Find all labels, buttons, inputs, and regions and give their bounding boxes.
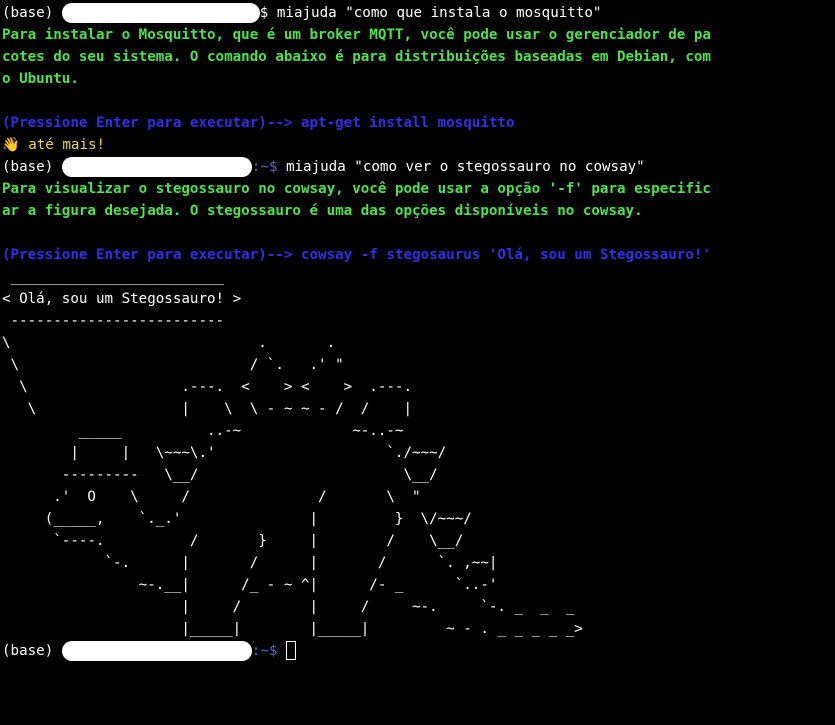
cowsay-output: _________________________ < Olá, sou um S… — [2, 266, 833, 640]
prompt-line-1: (base) $ miajuda "como que instala o mos… — [2, 2, 833, 24]
terminal-window[interactable]: (base) $ miajuda "como que instala o mos… — [0, 0, 835, 725]
cowsay-line: .' O \ / / \ " — [2, 489, 421, 505]
env-label: (base) — [2, 5, 62, 21]
cowsay-line: ~-.__| /_ - ~ ^| /- _ `..-' — [2, 577, 498, 593]
prompt-line-2: (base) :~$ miajuda "como ver o stegossau… — [2, 156, 833, 178]
output-line: Para visualizar o stegossauro no cowsay,… — [2, 181, 711, 197]
cowsay-line: \ / `. .' " — [2, 357, 344, 373]
cowsay-line: | / | / ~-. `-. _ _ _ — [2, 599, 575, 615]
cowsay-line: |_____| |_____| ~ - . _ _ _ _ _> — [2, 621, 583, 637]
output-line: Para instalar o Mosquitto, que é um brok… — [2, 27, 711, 43]
prompt-line-3: (base) :~$ — [2, 640, 833, 662]
run-prompt: (Pressione Enter para executar)--> apt-g… — [2, 115, 515, 131]
cowsay-line: ------------------------- — [2, 313, 225, 329]
prompt-suffix: :~$ — [251, 643, 286, 659]
run-prompt: (Pressione Enter para executar)--> cowsa… — [2, 247, 711, 263]
command-text: miajuda "como que instala o mosquitto" — [276, 5, 602, 21]
prompt-suffix: $ — [259, 5, 277, 21]
redacted-hostname — [61, 641, 252, 661]
cowsay-line: \ .---. < > < > .---. — [2, 379, 412, 395]
cowsay-line: \ . . — [2, 335, 336, 351]
cowsay-line: _____ ..-~ ~-..-~ — [2, 423, 404, 439]
cowsay-line: `----. / } | / \__/ — [2, 533, 464, 549]
output-line: ar a figura desejada. O stegossauro é um… — [2, 203, 643, 219]
cowsay-line: (_____, `._.' | } \/~~~/ — [2, 511, 472, 527]
cowsay-line: `-. | / | / `. ,~~| — [2, 555, 498, 571]
env-label: (base) — [2, 643, 62, 659]
cowsay-line: | | \~~~\.' `./~~~/ — [2, 445, 447, 461]
cowsay-line: --------- \__/ \__/ — [2, 467, 438, 483]
farewell-text: 👋 até mais! — [2, 137, 106, 153]
command-text: miajuda "como ver o stegossauro no cowsa… — [285, 159, 645, 175]
cowsay-line: \ | \ \ - ~ ~ - / / | — [2, 401, 412, 417]
prompt-suffix: :~$ — [251, 159, 286, 175]
text-cursor[interactable] — [285, 641, 296, 660]
output-line: cotes do seu sistema. O comando abaixo é… — [2, 49, 711, 65]
redacted-hostname — [61, 3, 260, 23]
env-label: (base) — [2, 159, 62, 175]
redacted-hostname — [61, 157, 252, 177]
cowsay-line: < Olá, sou um Stegossauro! > — [2, 291, 242, 307]
output-line: o Ubuntu. — [2, 71, 79, 87]
cowsay-line: _________________________ — [2, 269, 225, 285]
